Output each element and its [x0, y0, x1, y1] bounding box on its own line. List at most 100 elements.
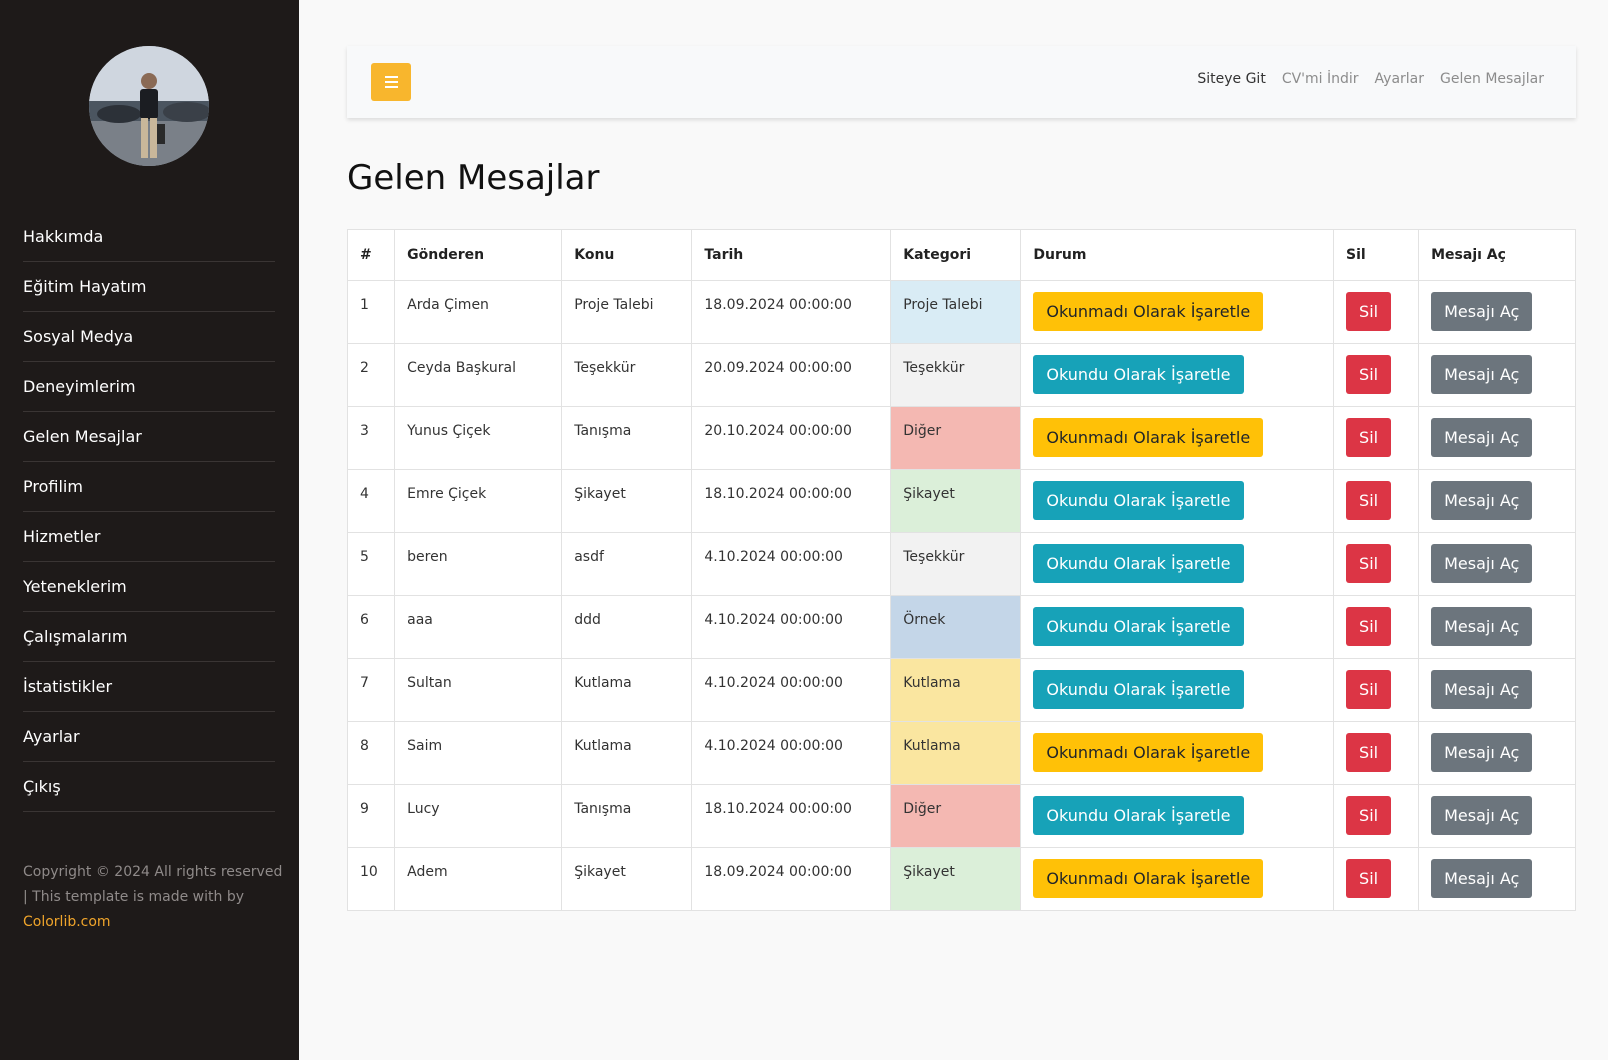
table-row: 10 Adem Şikayet 18.09.2024 00:00:00 Şikayet O… — [346, 847, 1576, 911]
delete-button[interactable]: Sil — [1346, 733, 1392, 772]
sender-cell: Adem — [394, 847, 563, 911]
row-number: 10 — [346, 847, 396, 911]
delete-cell: Sil — [1333, 784, 1420, 848]
sidebar-item-gelen-mesajlar[interactable]: Gelen Mesajlar — [23, 412, 275, 462]
sender-cell: Saim — [394, 721, 563, 785]
open-cell: Mesajı Aç — [1418, 280, 1576, 344]
table-row: 6 aaa ddd 4.10.2024 00:00:00 Örnek Okundu Ola… — [346, 595, 1576, 659]
sidebar-item-istatistikler[interactable]: İstatistikler — [23, 662, 275, 712]
column-header: Gönderen — [394, 229, 563, 281]
open-cell: Mesajı Aç — [1418, 469, 1576, 533]
status-cell: Okundu Olarak İşaretle — [1020, 784, 1335, 848]
status-cell: Okunmadı Olarak İşaretle — [1020, 406, 1335, 470]
open-cell: Mesajı Aç — [1418, 532, 1576, 596]
delete-cell: Sil — [1333, 343, 1420, 407]
column-header: Sil — [1333, 229, 1420, 281]
menu-toggle-button[interactable] — [371, 63, 411, 101]
subject-cell: Kutlama — [561, 721, 693, 785]
top-link-cv-indir[interactable]: CV'mi İndir — [1282, 71, 1359, 87]
open-message-button[interactable]: Mesajı Aç — [1431, 418, 1533, 457]
column-header: Durum — [1020, 229, 1335, 281]
status-cell: Okundu Olarak İşaretle — [1020, 469, 1335, 533]
top-link-ayarlar[interactable]: Ayarlar — [1375, 71, 1424, 87]
category-cell: Teşekkür — [890, 532, 1022, 596]
open-cell: Mesajı Aç — [1418, 658, 1576, 722]
mark-unread-button[interactable]: Okunmadı Olarak İşaretle — [1033, 418, 1264, 457]
delete-cell: Sil — [1333, 406, 1420, 470]
mark-unread-button[interactable]: Okunmadı Olarak İşaretle — [1033, 859, 1264, 898]
open-message-button[interactable]: Mesajı Aç — [1431, 355, 1533, 394]
delete-button[interactable]: Sil — [1346, 292, 1392, 331]
delete-button[interactable]: Sil — [1346, 481, 1392, 520]
delete-cell: Sil — [1333, 469, 1420, 533]
column-header: Mesajı Aç — [1418, 229, 1576, 281]
status-cell: Okunmadı Olarak İşaretle — [1020, 280, 1335, 344]
open-message-button[interactable]: Mesajı Aç — [1431, 481, 1533, 520]
open-message-button[interactable]: Mesajı Aç — [1431, 607, 1533, 646]
open-cell: Mesajı Aç — [1418, 343, 1576, 407]
sidebar-item-cikis[interactable]: Çıkış — [23, 762, 275, 812]
mark-unread-button[interactable]: Okunmadı Olarak İşaretle — [1033, 733, 1264, 772]
sender-cell: Arda Çimen — [394, 280, 563, 344]
delete-button[interactable]: Sil — [1346, 355, 1392, 394]
status-cell: Okundu Olarak İşaretle — [1020, 532, 1335, 596]
status-cell: Okunmadı Olarak İşaretle — [1020, 847, 1335, 911]
mark-read-button[interactable]: Okundu Olarak İşaretle — [1033, 355, 1244, 394]
mark-unread-button[interactable]: Okunmadı Olarak İşaretle — [1033, 292, 1264, 331]
open-message-button[interactable]: Mesajı Aç — [1431, 796, 1533, 835]
mark-read-button[interactable]: Okundu Olarak İşaretle — [1033, 796, 1244, 835]
row-number: 9 — [346, 784, 396, 848]
date-cell: 18.09.2024 00:00:00 — [691, 280, 892, 344]
open-message-button[interactable]: Mesajı Aç — [1431, 544, 1533, 583]
sidebar-item-yeteneklerim[interactable]: Yeteneklerim — [23, 562, 275, 612]
column-header: Kategori — [890, 229, 1022, 281]
table-row: 8 Saim Kutlama 4.10.2024 00:00:00 Kutlama Oku… — [346, 721, 1576, 785]
row-number: 6 — [346, 595, 396, 659]
open-message-button[interactable]: Mesajı Aç — [1431, 670, 1533, 709]
open-message-button[interactable]: Mesajı Aç — [1431, 859, 1533, 898]
column-header: # — [346, 229, 396, 281]
mark-read-button[interactable]: Okundu Olarak İşaretle — [1033, 670, 1244, 709]
delete-button[interactable]: Sil — [1346, 670, 1392, 709]
sidebar-item-profilim[interactable]: Profilim — [23, 462, 275, 512]
date-cell: 20.10.2024 00:00:00 — [691, 406, 892, 470]
row-number: 2 — [346, 343, 396, 407]
delete-button[interactable]: Sil — [1346, 859, 1392, 898]
sidebar-item-hakkimda[interactable]: Hakkımda — [23, 212, 275, 262]
open-message-button[interactable]: Mesajı Aç — [1431, 733, 1533, 772]
mark-read-button[interactable]: Okundu Olarak İşaretle — [1033, 607, 1244, 646]
delete-button[interactable]: Sil — [1346, 607, 1392, 646]
delete-button[interactable]: Sil — [1346, 796, 1392, 835]
open-cell: Mesajı Aç — [1418, 847, 1576, 911]
delete-cell: Sil — [1333, 532, 1420, 596]
subject-cell: Kutlama — [561, 658, 693, 722]
sender-cell: Sultan — [394, 658, 563, 722]
sidebar-item-calismalarim[interactable]: Çalışmalarım — [23, 612, 275, 662]
colorlib-link[interactable]: Colorlib.com — [23, 914, 111, 930]
subject-cell: Şikayet — [561, 847, 693, 911]
sidebar-item-hizmetler[interactable]: Hizmetler — [23, 512, 275, 562]
delete-button[interactable]: Sil — [1346, 418, 1392, 457]
sidebar-item-deneyimlerim[interactable]: Deneyimlerim — [23, 362, 275, 412]
table-row: 9 Lucy Tanışma 18.10.2024 00:00:00 Diğer Okun… — [346, 784, 1576, 848]
avatar[interactable] — [89, 46, 209, 166]
delete-cell: Sil — [1333, 595, 1420, 659]
sidebar-item-egitim[interactable]: Eğitim Hayatım — [23, 262, 275, 312]
top-link-gelen-mesajlar[interactable]: Gelen Mesajlar — [1440, 71, 1544, 87]
delete-cell: Sil — [1333, 847, 1420, 911]
hamburger-icon — [384, 76, 398, 78]
category-cell: Teşekkür — [890, 343, 1022, 407]
subject-cell: Teşekkür — [561, 343, 693, 407]
mark-read-button[interactable]: Okundu Olarak İşaretle — [1033, 481, 1244, 520]
open-message-button[interactable]: Mesajı Aç — [1431, 292, 1533, 331]
category-cell: Kutlama — [890, 658, 1022, 722]
subject-cell: Proje Talebi — [561, 280, 693, 344]
mark-read-button[interactable]: Okundu Olarak İşaretle — [1033, 544, 1244, 583]
delete-button[interactable]: Sil — [1346, 544, 1392, 583]
sidebar-item-ayarlar[interactable]: Ayarlar — [23, 712, 275, 762]
row-number: 7 — [346, 658, 396, 722]
sidebar: Hakkımda Eğitim Hayatım Sosyal Medya Den… — [0, 0, 299, 1060]
top-link-siteye-git[interactable]: Siteye Git — [1197, 71, 1265, 87]
sidebar-item-sosyal-medya[interactable]: Sosyal Medya — [23, 312, 275, 362]
row-number: 1 — [346, 280, 396, 344]
